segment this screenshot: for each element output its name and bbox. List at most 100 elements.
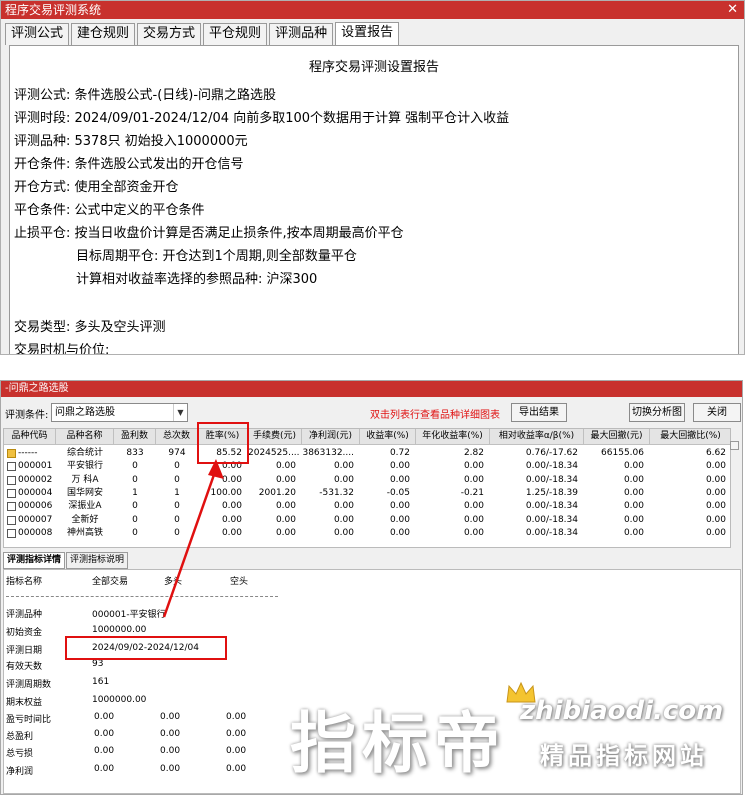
table-cell: 0.00	[275, 474, 296, 485]
report-line-formula: 评测公式: 条件选股公式-(日线)-问鼎之路选股	[14, 88, 277, 103]
report-window-titlebar: 程序交易评测系统 ✕	[1, 1, 744, 19]
detail-metric-name: 总盈利	[6, 732, 34, 742]
col-header[interactable]: 手续费(元)	[248, 429, 302, 445]
tab-open-rules[interactable]: 建仓规则	[71, 23, 136, 45]
table-row[interactable]: ------ 综合统计 833 974 85.52 2024525.... 3863132.…	[4, 447, 730, 460]
table-cell: 66155.06	[601, 448, 644, 458]
table-cell: 0.00/-18.34	[525, 527, 578, 538]
report-line-trade-type: 交易类型: 多头及空头评测	[14, 320, 166, 335]
table-cell: 0.00	[333, 461, 354, 472]
checkbox-icon[interactable]	[7, 475, 16, 485]
table-cell: 0.72	[389, 448, 410, 458]
watermark-chars: 指标帝	[290, 705, 506, 782]
table-cell: 0.00	[623, 501, 644, 512]
checkbox-icon[interactable]	[7, 488, 16, 498]
col-header[interactable]: 品种代码	[4, 429, 56, 445]
report-line-target-period: 目标周期平仓: 开仓达到1个周期,则全部数量平仓	[76, 249, 357, 264]
table-cell: 0.00	[705, 527, 726, 538]
table-cell: 0.00	[333, 474, 354, 485]
export-button[interactable]: 导出结果	[511, 403, 567, 422]
detail-metric-name: 盈亏时间比	[6, 715, 52, 725]
tab-formula[interactable]: 评测公式	[5, 23, 70, 45]
table-row[interactable]: 000008 神州高铁 0 0 0.00 0.00 0.00 0.00 0.00 0.00/-18…	[4, 527, 730, 540]
tab-settings-report[interactable]: 设置报告	[335, 22, 400, 45]
table-cell: 0.00	[389, 514, 410, 525]
col-header[interactable]: 净利润(元)	[302, 429, 360, 445]
tab-symbols[interactable]: 评测品种	[269, 23, 334, 45]
tab-close-rules[interactable]: 平仓规则	[203, 23, 268, 45]
report-line-stoploss: 止损平仓: 按当日收盘价计算是否满足止损条件,按本周期最高价平仓	[14, 226, 404, 241]
checkbox-icon[interactable]	[7, 528, 16, 538]
table-cell: 0.00	[463, 514, 484, 525]
col-header[interactable]: 相对收益率α/β(%)	[490, 429, 584, 445]
col-header[interactable]: 收益率(%)	[360, 429, 416, 445]
table-cell: 0.00	[275, 461, 296, 472]
condition-select-value: 问鼎之路选股	[55, 407, 115, 418]
table-cell: -0.21	[460, 487, 484, 498]
close-icon[interactable]: ✕	[727, 1, 738, 19]
col-header[interactable]: 品种名称	[56, 429, 114, 445]
table-cell: 深振业A	[68, 501, 102, 512]
detail-metric-name: 期末权益	[6, 698, 43, 708]
table-row[interactable]: 000004 国华网安 1 1 100.00 2001.20 -531.32 -0.05 -0.…	[4, 487, 730, 500]
report-tabs: 评测公式 建仓规则 交易方式 平仓规则 评测品种 设置报告	[5, 22, 401, 45]
table-row[interactable]: 000006 深振业A 0 0 0.00 0.00 0.00 0.00 0.00 0.00/-18…	[4, 500, 730, 513]
cell-code: 000007	[18, 514, 53, 525]
table-cell: -0.05	[386, 487, 410, 498]
col-header[interactable]: 年化收益率(%)	[416, 429, 490, 445]
table-row[interactable]: 000007 全新好 0 0 0.00 0.00 0.00 0.00 0.00 0.00/-18.…	[4, 514, 730, 527]
detail-col-name: 指标名称	[6, 577, 43, 587]
report-window: 程序交易评测系统 ✕ 评测公式 建仓规则 交易方式 平仓规则 评测品种 设置报告…	[0, 0, 745, 355]
switch-chart-button[interactable]: 切换分析图	[629, 403, 685, 422]
cell-code: 000001	[18, 461, 53, 472]
table-cell: 2024525....	[248, 448, 300, 458]
table-cell: 0.00	[705, 487, 726, 498]
table-cell: 0.76/-17.62	[525, 448, 578, 458]
table-cell: 0.00	[333, 501, 354, 512]
detail-metric-short: 0.00	[226, 729, 247, 739]
detail-metric-long: 0.00	[160, 712, 181, 722]
tab-detail-metrics[interactable]: 评测指标详情	[3, 552, 66, 569]
watermark-site: zhibiaodi.com	[520, 696, 724, 726]
checkbox-icon[interactable]	[7, 462, 16, 472]
table-cell: 0.00	[389, 474, 410, 485]
col-header[interactable]: 最大回撤(元)	[584, 429, 650, 445]
checkbox-icon[interactable]	[7, 515, 16, 525]
cell-code: 000008	[18, 527, 53, 538]
table-cell: 3863132....	[302, 448, 354, 458]
col-header[interactable]: 盈利数	[114, 429, 156, 445]
table-row[interactable]: 000001 平安银行 0 0 0.00 0.00 0.00 0.00 0.00 0.00/-18…	[4, 460, 730, 473]
chevron-down-icon[interactable]: ▼	[173, 404, 187, 421]
table-cell: 神州高铁	[66, 527, 103, 538]
tab-trade-mode[interactable]: 交易方式	[137, 23, 202, 45]
detail-metric-name: 评测周期数	[6, 680, 52, 690]
detail-metric-name: 总亏损	[6, 749, 34, 759]
report-panel: 程序交易评测设置报告 评测公式: 条件选股公式-(日线)-问鼎之路选股 评测时段…	[9, 45, 739, 354]
report-line-period: 评测时段: 2024/09/01-2024/12/04 向前多取100个数据用于…	[14, 111, 510, 126]
tab-metric-notes[interactable]: 评测指标说明	[66, 552, 129, 569]
checkbox-icon[interactable]	[7, 502, 16, 512]
table-cell: 0.00	[389, 461, 410, 472]
report-line-open-mode: 开仓方式: 使用全部资金开仓	[14, 180, 179, 195]
table-cell: 0.00	[623, 514, 644, 525]
col-header[interactable]: 总次数	[156, 429, 198, 445]
table-cell: 综合统计	[66, 448, 103, 458]
table-cell: 0.00	[275, 527, 296, 538]
table-row[interactable]: 000002 万 科A 0 0 0.00 0.00 0.00 0.00 0.00 0.00/-18…	[4, 474, 730, 487]
table-cell: 0.00	[623, 474, 644, 485]
cell-code: ------	[18, 448, 38, 458]
table-cell: 1.25/-18.39	[525, 487, 578, 498]
col-header[interactable]: 最大回撤比(%)	[650, 429, 730, 445]
table-cell: 0.00	[623, 487, 644, 498]
results-scrollbar[interactable]	[730, 441, 740, 541]
report-line-benchmark: 计算相对收益率选择的参照品种: 沪深300	[76, 272, 318, 287]
results-window-title: -问鼎之路选股	[5, 383, 69, 394]
report-title: 程序交易评测设置报告	[308, 60, 439, 75]
close-button[interactable]: 关闭	[693, 403, 741, 422]
detail-metric-short: 0.00	[226, 764, 247, 774]
table-cell: 0.00/-18.34	[525, 514, 578, 525]
report-line-symbols: 评测品种: 5378只 初始投入1000000元	[14, 134, 248, 149]
detail-metric-name: 净利润	[6, 767, 34, 777]
condition-select[interactable]: 问鼎之路选股 ▼	[51, 403, 188, 422]
table-cell: 万 科A	[71, 474, 99, 485]
